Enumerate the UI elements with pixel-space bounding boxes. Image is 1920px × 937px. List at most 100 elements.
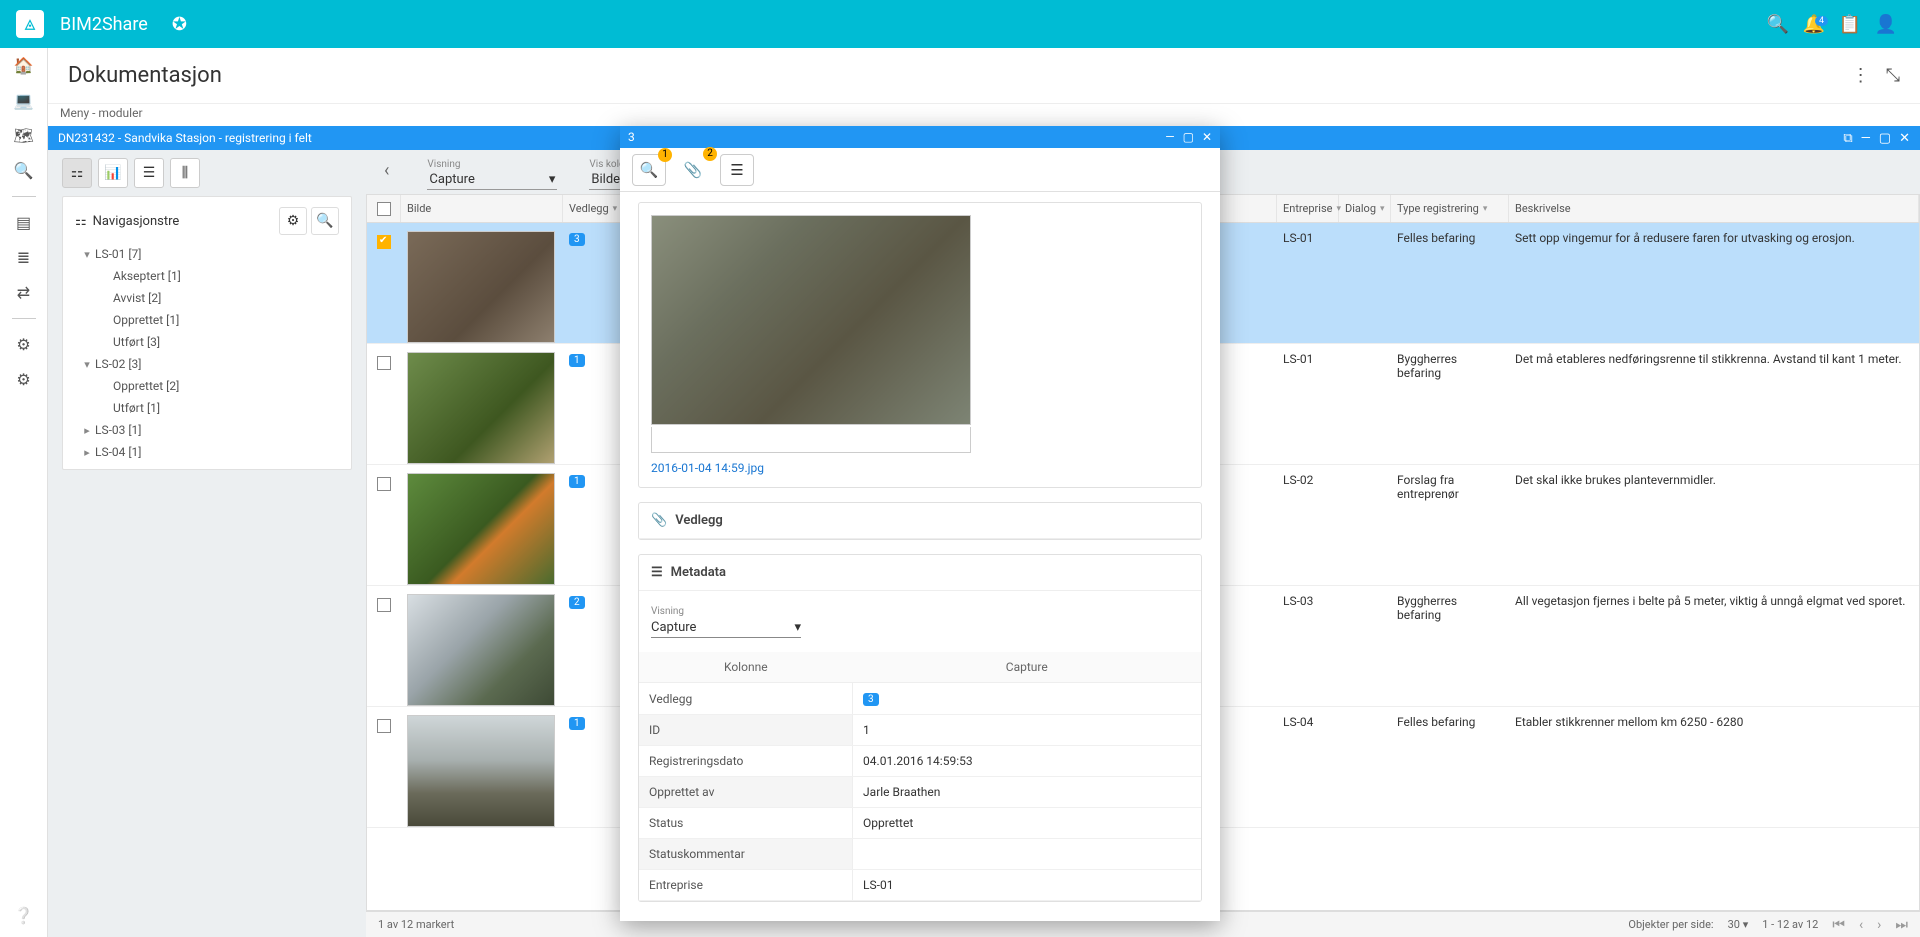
attach-button[interactable]: 📎2 bbox=[676, 154, 710, 186]
th-dialog[interactable]: Dialog bbox=[1345, 202, 1376, 215]
more-icon[interactable]: ⋮ bbox=[1852, 65, 1870, 86]
image-filename[interactable]: 2016-01-04 14:59.jpg bbox=[651, 461, 1189, 475]
project-title: DN231432 - Sandvika Stasjon - registreri… bbox=[58, 131, 312, 145]
bell-icon[interactable]: 🔔4 bbox=[1796, 14, 1832, 35]
tree-subitem[interactable]: Opprettet [1] bbox=[69, 309, 345, 331]
row-besk: Sett opp vingemur for å redusere faren f… bbox=[1509, 231, 1919, 245]
navtree-search-button[interactable]: 🔍 bbox=[311, 207, 339, 235]
row-checkbox[interactable] bbox=[377, 356, 391, 370]
meta-row: Vedlegg3 bbox=[639, 683, 1201, 715]
row-checkbox[interactable] bbox=[377, 598, 391, 612]
view-bar-button[interactable]: ⫼ bbox=[170, 158, 200, 188]
meta-row: EntrepriseLS-01 bbox=[639, 870, 1201, 901]
gear-icon[interactable]: ⚙ bbox=[16, 335, 30, 354]
search-icon[interactable]: 🔍 bbox=[1760, 14, 1796, 35]
select-all-checkbox[interactable] bbox=[377, 202, 391, 216]
tree-subitem[interactable]: Opprettet [2] bbox=[69, 375, 345, 397]
th-vedlegg[interactable]: Vedlegg bbox=[569, 202, 609, 215]
preview-image[interactable] bbox=[651, 215, 971, 425]
dialog-min-icon[interactable]: — bbox=[1165, 130, 1174, 144]
help-icon[interactable]: ❔ bbox=[14, 906, 34, 925]
close-icon[interactable]: ✕ bbox=[1899, 131, 1910, 146]
maximize-icon[interactable]: ▢ bbox=[1879, 131, 1891, 146]
minimize-icon[interactable]: — bbox=[1861, 131, 1871, 146]
page-last-icon[interactable]: ⏭ bbox=[1895, 917, 1908, 933]
tree-icon: ⚏ bbox=[75, 214, 87, 229]
meta-visning-select[interactable]: Capture▾ bbox=[651, 618, 801, 638]
preview-bottom-strip bbox=[651, 427, 971, 453]
row-thumbnail[interactable] bbox=[407, 352, 555, 464]
row-typ: Felles befaring bbox=[1391, 715, 1509, 729]
gear2-icon[interactable]: ⚙ bbox=[16, 370, 30, 389]
list-button[interactable]: ☰ bbox=[720, 154, 754, 186]
dialog-close-icon[interactable]: ✕ bbox=[1202, 130, 1212, 144]
sync-icon[interactable]: ⇄ bbox=[17, 283, 30, 302]
vedlegg-badge: 2 bbox=[569, 596, 585, 609]
row-besk: Det skal ikke brukes plantevernmidler. bbox=[1509, 473, 1919, 487]
lines-icon[interactable]: ≣ bbox=[17, 248, 30, 267]
tree-item[interactable]: ▸LS-03 [1] bbox=[69, 419, 345, 441]
page-prev-icon[interactable]: ‹ bbox=[1859, 917, 1863, 933]
sort-icon[interactable]: ▾ bbox=[613, 204, 618, 214]
row-thumbnail[interactable] bbox=[407, 594, 555, 706]
star-icon[interactable]: ✪ bbox=[172, 14, 187, 35]
tree-subitem[interactable]: Avvist [2] bbox=[69, 287, 345, 309]
map-icon[interactable]: 🗺 bbox=[13, 126, 33, 145]
zoom-button[interactable]: 🔍1 bbox=[632, 154, 666, 186]
row-besk: Etabler stikkrenner mellom km 6250 - 628… bbox=[1509, 715, 1919, 729]
page-next-icon[interactable]: › bbox=[1877, 917, 1881, 933]
row-typ: Felles befaring bbox=[1391, 231, 1509, 245]
perpage-select[interactable]: 30 ▾ bbox=[1728, 918, 1749, 931]
clipboard-icon[interactable]: 📋 bbox=[1832, 14, 1868, 35]
brand: BIM2Share bbox=[60, 14, 148, 35]
tree-subitem[interactable]: Akseptert [1] bbox=[69, 265, 345, 287]
visning-select[interactable]: Capture▾ bbox=[427, 170, 557, 190]
view-list-button[interactable]: ☰ bbox=[134, 158, 164, 188]
row-typ: Byggherres befaring bbox=[1391, 594, 1509, 622]
tree-item[interactable]: ▸LS-04 [1] bbox=[69, 441, 345, 463]
row-ent: LS-03 bbox=[1277, 594, 1339, 608]
laptop-icon[interactable]: 💻 bbox=[14, 91, 34, 110]
navtree-gear-button[interactable]: ⚙ bbox=[279, 207, 307, 235]
collapse-icon[interactable]: ⤡ bbox=[1886, 65, 1900, 86]
home-icon[interactable]: 🏠 bbox=[14, 56, 34, 75]
page-first-icon[interactable]: ⏮ bbox=[1832, 917, 1845, 933]
account-icon[interactable]: 👤 bbox=[1868, 14, 1904, 35]
open-external-icon[interactable]: ⧉ bbox=[1843, 131, 1852, 146]
view-chart-button[interactable]: 📊 bbox=[98, 158, 128, 188]
sort-icon[interactable]: ▾ bbox=[1380, 204, 1385, 214]
topbar: ◬ BIM2Share ✪ 🔍 🔔4 📋 👤 bbox=[0, 0, 1920, 48]
meta-visning-label: Visning bbox=[651, 606, 684, 617]
th-typ[interactable]: Type registrering bbox=[1397, 202, 1479, 215]
chevron-icon[interactable]: ▾ bbox=[79, 248, 95, 261]
box-icon[interactable]: ▤ bbox=[16, 213, 31, 232]
th-bilde[interactable]: Bilde bbox=[407, 202, 431, 215]
th-besk[interactable]: Beskrivelse bbox=[1515, 202, 1571, 215]
dialog-max-icon[interactable]: ▢ bbox=[1183, 130, 1194, 144]
row-besk: All vegetasjon fjernes i belte på 5 mete… bbox=[1509, 594, 1919, 608]
row-thumbnail[interactable] bbox=[407, 715, 555, 827]
sort-icon[interactable]: ▾ bbox=[1483, 204, 1488, 214]
th-ent[interactable]: Entreprise bbox=[1283, 202, 1332, 215]
chevron-icon[interactable]: ▸ bbox=[79, 446, 95, 459]
tree-item[interactable]: ▾LS-02 [3] bbox=[69, 353, 345, 375]
row-checkbox[interactable] bbox=[377, 235, 391, 249]
tree-subitem[interactable]: Utført [3] bbox=[69, 331, 345, 353]
chevron-icon[interactable]: ▾ bbox=[79, 358, 95, 371]
tree-item[interactable]: ▾LS-01 [7] bbox=[69, 243, 345, 265]
view-tree-button[interactable]: ⚏ bbox=[62, 158, 92, 188]
row-thumbnail[interactable] bbox=[407, 231, 555, 343]
chevron-icon[interactable]: ▸ bbox=[79, 424, 95, 437]
meta-key: Entreprise bbox=[639, 870, 853, 901]
dialog-titlebar[interactable]: 3 — ▢ ✕ bbox=[620, 126, 1220, 148]
row-thumbnail[interactable] bbox=[407, 473, 555, 585]
row-checkbox[interactable] bbox=[377, 719, 391, 733]
visning-label: Visning bbox=[427, 159, 557, 170]
meta-val: Opprettet bbox=[853, 808, 1201, 839]
filters-back-icon[interactable]: ‹ bbox=[378, 160, 395, 181]
row-checkbox[interactable] bbox=[377, 477, 391, 491]
menu-modules-label[interactable]: Meny - moduler bbox=[48, 104, 1920, 126]
search-rail-icon[interactable]: 🔍 bbox=[14, 161, 34, 180]
tree-subitem[interactable]: Utført [1] bbox=[69, 397, 345, 419]
meta-row: Statuskommentar bbox=[639, 839, 1201, 870]
